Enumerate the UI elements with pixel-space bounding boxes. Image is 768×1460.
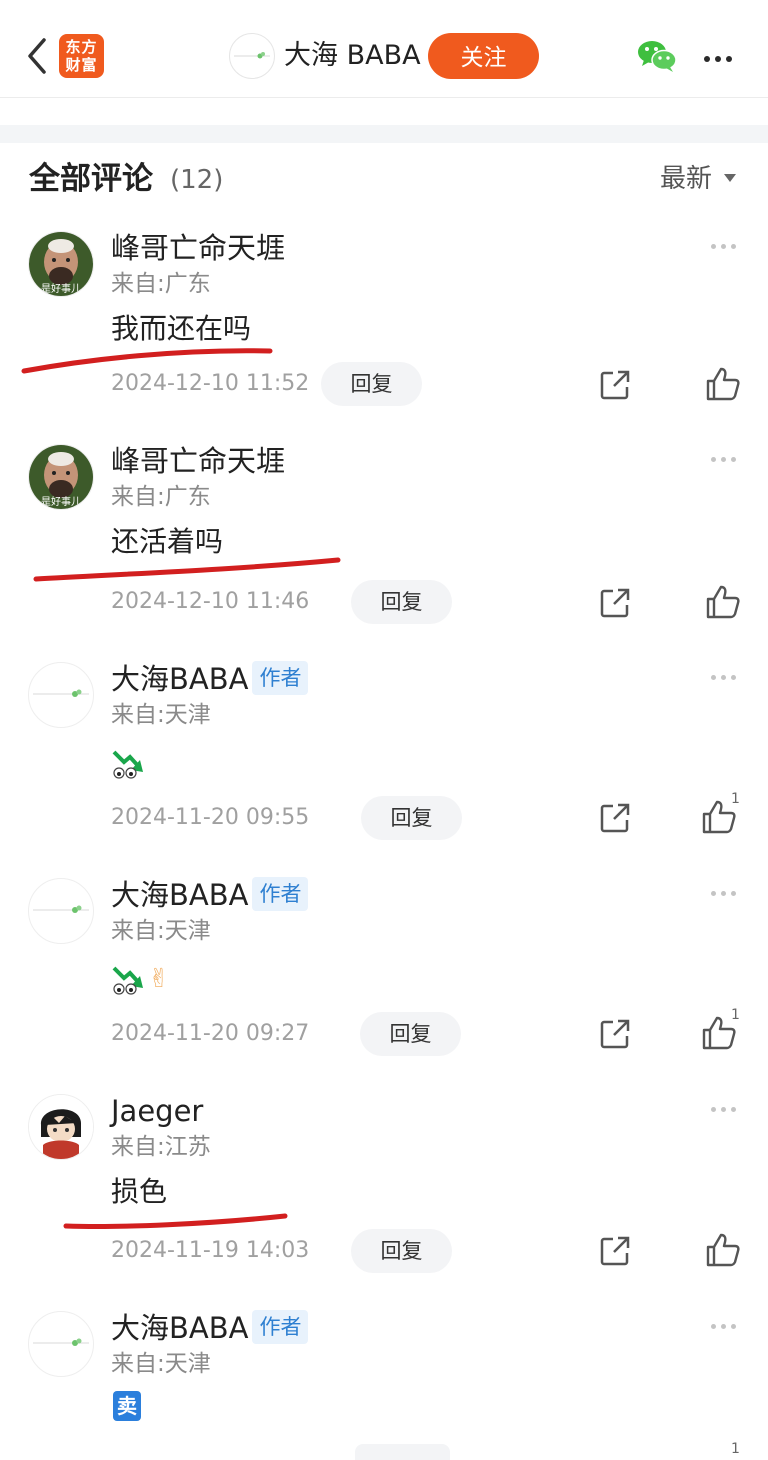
comment-time: 2024-12-10 11:46 [111,589,310,614]
user-location: 来自:江苏 [111,1134,211,1160]
like-count: 1 [731,1441,740,1457]
red-annotation-underline [63,1213,288,1229]
author-name[interactable]: 大海 BABA [284,38,421,74]
stock-down-emoji-icon [112,750,143,779]
user-location: 来自:天津 [111,918,211,944]
comment-more-icon[interactable] [711,244,741,252]
user-location: 来自:广东 [111,484,211,510]
comment-more-icon[interactable] [711,675,741,683]
comment-more-icon[interactable] [711,457,741,465]
sort-arrow-icon[interactable] [724,174,736,182]
comment-time: 2024-11-20 09:27 [111,1021,310,1046]
back-chevron-icon[interactable] [22,36,54,76]
top-nav-bar: 东方 财富 大海 BABA 关注 [0,0,768,98]
author-badge: 作者 [252,877,309,911]
reply-button[interactable]: 回复 [321,362,422,406]
reply-button[interactable]: 回复 [361,796,462,840]
comments-title: 全部评论 [29,161,153,197]
user-location: 来自:广东 [111,271,211,297]
comment-more-icon[interactable] [711,1324,741,1332]
more-options-icon[interactable] [704,47,738,62]
user-avatar[interactable]: 是好事儿 [28,444,94,510]
comments-count: (12) [170,165,224,195]
user-name[interactable]: Jaeger [111,1092,203,1130]
reply-button[interactable]: 回复 [360,1012,461,1056]
user-avatar[interactable]: 是好事儿 [28,231,94,297]
thumbs-up-icon[interactable] [705,1233,741,1267]
comment-time: 2024-11-20 09:55 [111,805,310,830]
comment-more-icon[interactable] [711,1107,741,1115]
user-name[interactable]: 大海BABA 作者 [111,1309,309,1347]
share-icon[interactable] [599,1235,631,1267]
comment-item: 是好事儿 峰哥亡命天堐 来自:广东 还活着吗 2024-12-10 11:46 … [0,444,768,660]
like-count: 1 [731,1007,740,1023]
red-annotation-underline [33,557,341,582]
share-icon[interactable] [599,1018,631,1050]
author-badge: 作者 [252,661,309,695]
thumbs-up-icon[interactable] [705,585,741,619]
sort-dropdown[interactable]: 最新 [660,160,712,198]
wechat-icon[interactable] [636,38,678,74]
user-name[interactable]: 大海BABA 作者 [111,660,309,698]
comment-item: 是好事儿 峰哥亡命天堐 来自:广东 我而还在吗 2024-12-10 11:52… [0,231,768,447]
comment-item: 大海BABA 作者 来自:天津 2024-11-20 09:55 回复 1 [0,660,768,878]
user-avatar[interactable] [28,662,94,728]
app-logo[interactable]: 东方 财富 [59,34,104,78]
author-avatar[interactable] [229,33,275,79]
comment-item: Jaeger 来自:江苏 损色 2024-11-19 14:03 回复 [0,1094,768,1310]
comment-item: 大海BABA 作者 来自:天津 ✌ 2024-11-20 09:27 回复 1 [0,876,768,1094]
author-badge: 作者 [252,1310,309,1344]
user-location: 来自:天津 [111,1351,211,1377]
stock-down-emoji-icon [112,966,143,995]
user-name[interactable]: 大海BABA 作者 [111,876,309,914]
user-name[interactable]: 峰哥亡命天堐 [111,442,285,480]
comment-time: 2024-12-10 11:52 [111,371,310,396]
reply-button[interactable]: 回复 [351,1229,452,1273]
svg-text:是好事儿: 是好事儿 [41,282,81,295]
share-icon[interactable] [599,802,631,834]
user-location: 来自:天津 [111,702,211,728]
user-avatar[interactable] [28,1311,94,1377]
user-avatar[interactable] [28,878,94,944]
comment-more-icon[interactable] [711,891,741,899]
reply-button[interactable]: 回复 [351,580,452,624]
reply-button[interactable] [355,1444,450,1460]
section-divider [0,125,768,143]
follow-button[interactable]: 关注 [428,33,539,79]
share-icon[interactable] [599,587,631,619]
thumbs-up-icon[interactable] [705,367,741,401]
share-icon[interactable] [599,369,631,401]
like-count: 1 [731,791,740,807]
svg-text:是好事儿: 是好事儿 [41,495,81,508]
user-avatar[interactable] [28,1094,94,1160]
user-name[interactable]: 峰哥亡命天堐 [111,229,285,267]
victory-hand-emoji: ✌ [148,964,170,994]
comment-time: 2024-11-19 14:03 [111,1238,310,1263]
comment-item: 大海BABA 作者 来自:天津 卖 1 [0,1309,768,1460]
sell-emoji: 卖 [113,1391,141,1421]
